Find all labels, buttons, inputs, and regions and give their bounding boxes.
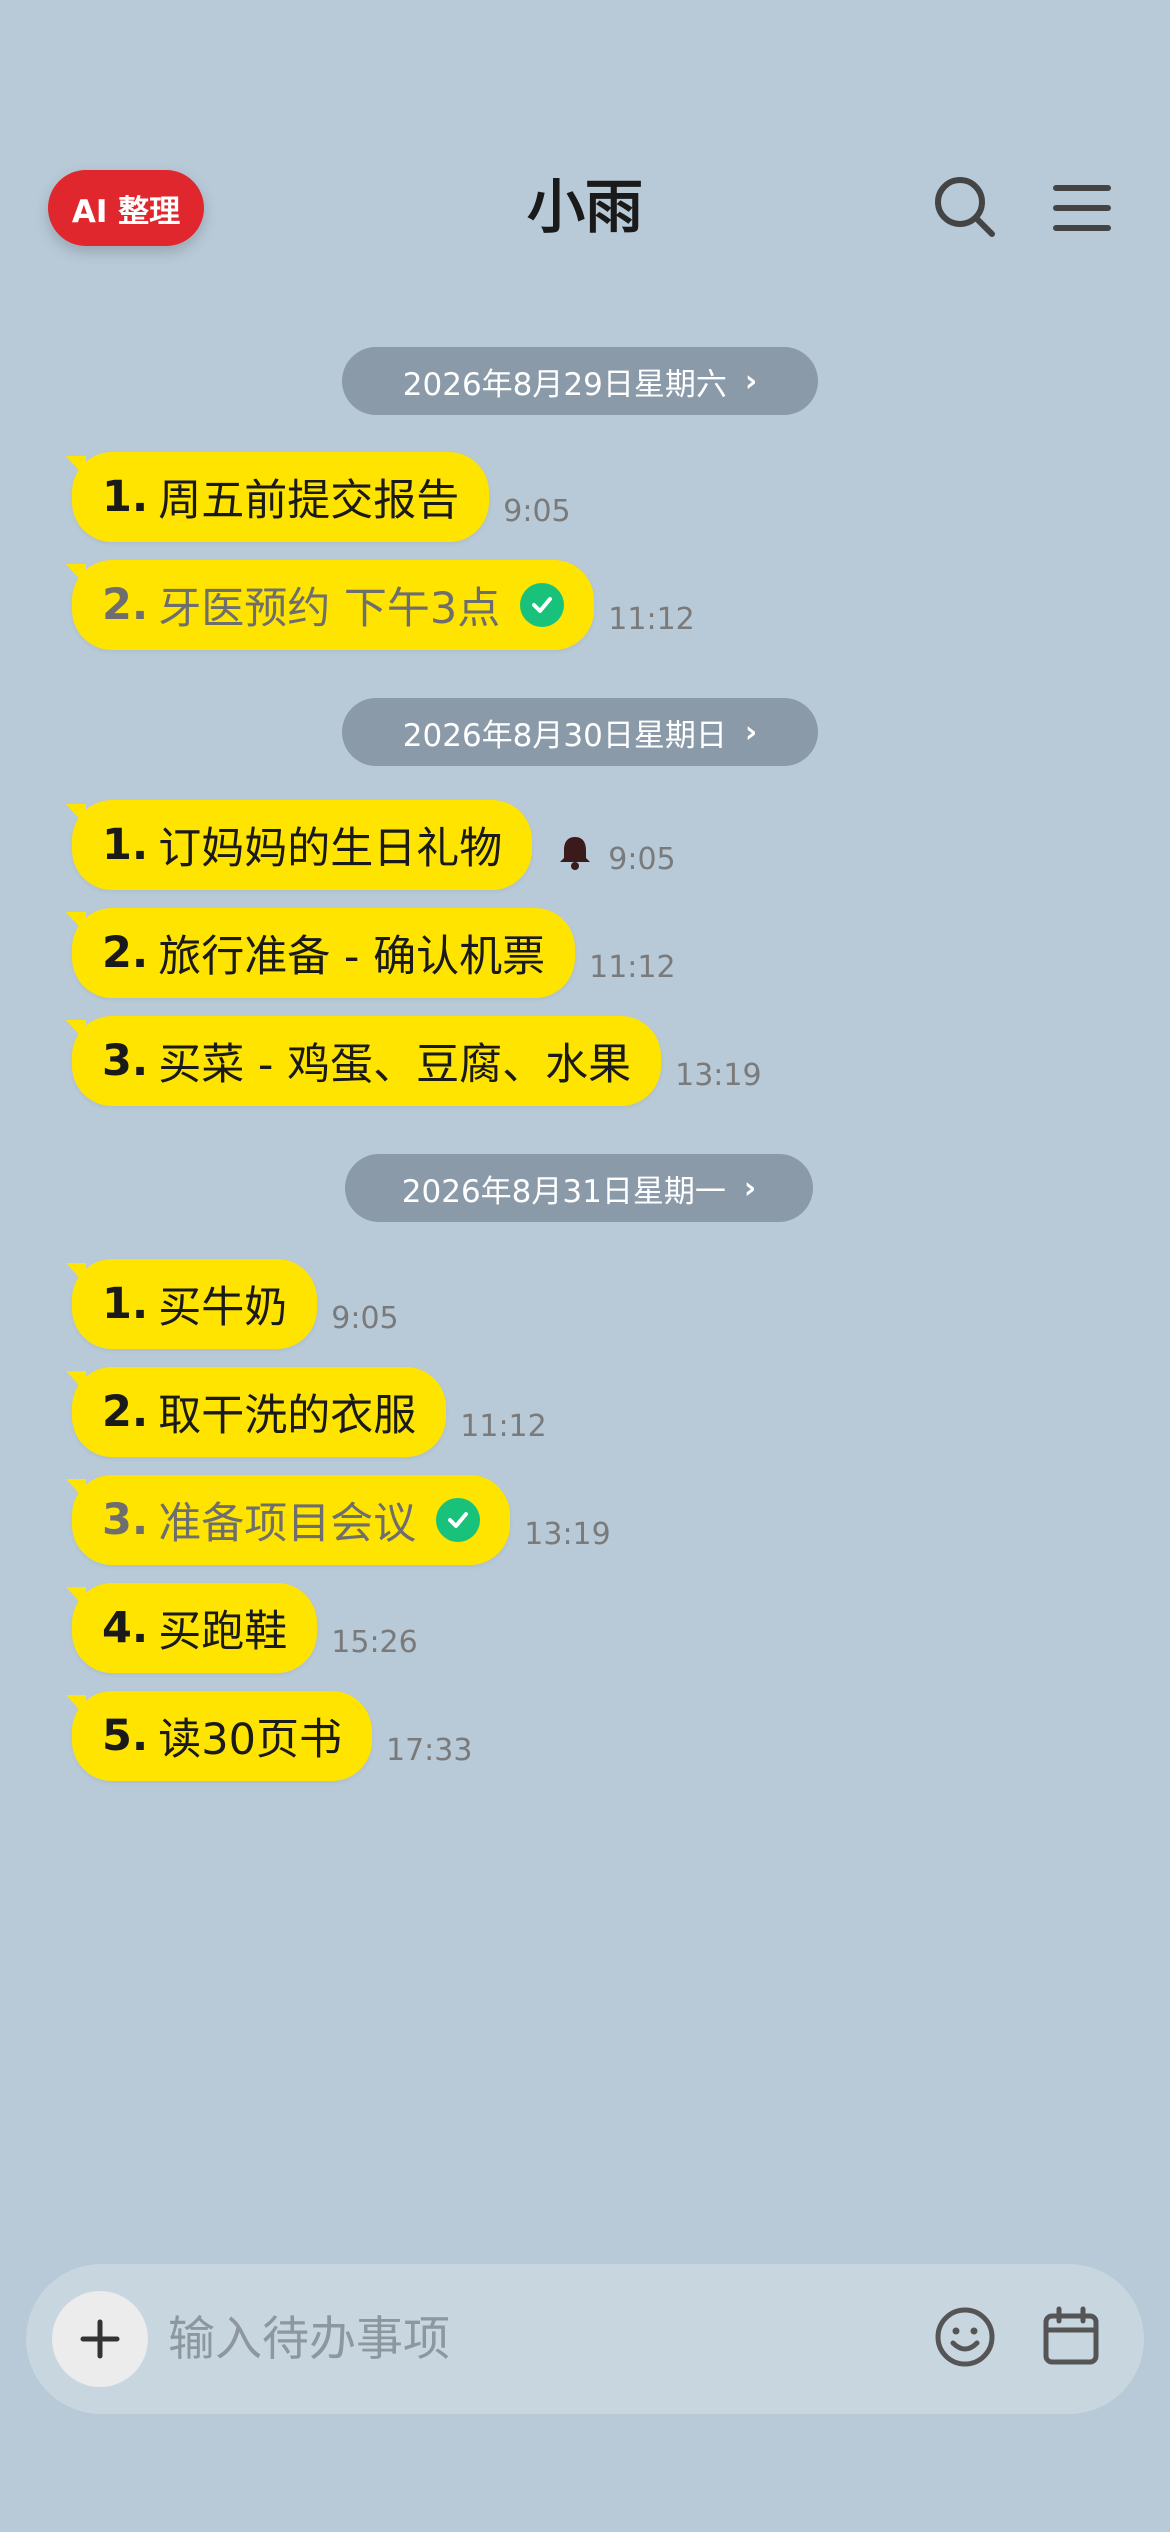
todo-text: 牙医预约 下午3点 [158, 584, 501, 634]
todo-item[interactable]: 4. 买跑鞋 15:26 [65, 1583, 418, 1673]
todo-bubble[interactable]: 2. 旅行准备 - 确认机票 [65, 908, 576, 998]
todo-time: 9:05 [608, 841, 676, 877]
todo-item[interactable]: 3. 买菜 - 鸡蛋、豆腐、水果 13:19 [65, 1016, 762, 1106]
todo-input[interactable] [166, 2294, 786, 2384]
todo-time: 13:19 [675, 1057, 762, 1093]
todo-item[interactable]: 5. 读30页书 17:33 [66, 1691, 473, 1781]
todo-time: 13:19 [524, 1516, 611, 1552]
todo-number: 4. [102, 1603, 149, 1653]
todo-item[interactable]: 1. 买牛奶 9:05 [65, 1259, 399, 1349]
date-label: 2026年8月30日星期日 [402, 717, 727, 754]
plus-icon [80, 2319, 120, 2359]
todo-text: 买菜 - 鸡蛋、豆腐、水果 [158, 1040, 632, 1090]
todo-item[interactable]: 3. 准备项目会议 13:19 [65, 1475, 611, 1565]
todo-time: 11:12 [460, 1408, 547, 1444]
todo-bubble[interactable]: 5. 读30页书 [66, 1691, 372, 1781]
todo-text: 取干洗的衣服 [158, 1391, 417, 1441]
date-separator[interactable]: 2026年8月31日星期一 › [345, 1154, 813, 1222]
todo-time: 9:05 [503, 493, 571, 529]
add-button[interactable] [52, 2291, 148, 2387]
bell-icon [560, 837, 591, 870]
menu-icon[interactable] [1046, 172, 1118, 244]
todo-bubble[interactable]: 1. 买牛奶 [65, 1259, 318, 1349]
emoji-icon[interactable] [930, 2302, 1000, 2372]
date-separator[interactable]: 2026年8月29日星期六 › [342, 347, 818, 415]
todo-time: 17:33 [385, 1732, 473, 1768]
todo-number: 2. [102, 1387, 149, 1437]
todo-text: 准备项目会议 [158, 1499, 417, 1549]
date-label: 2026年8月29日星期六 [402, 366, 727, 403]
date-separator[interactable]: 2026年8月30日星期日 › [342, 698, 818, 766]
chevron-right-icon: › [744, 363, 758, 399]
todo-text: 旅行准备 - 确认机票 [158, 932, 546, 982]
todo-number: 3. [102, 1036, 149, 1086]
todo-item[interactable]: 2. 牙医预约 下午3点 11:12 [65, 560, 695, 650]
todo-bubble[interactable]: 3. 买菜 - 鸡蛋、豆腐、水果 [65, 1016, 662, 1106]
date-label: 2026年8月31日星期一 [401, 1173, 726, 1210]
header: AI 整理 小雨 [0, 0, 1170, 280]
todo-bubble[interactable]: 2. 取干洗的衣服 [65, 1367, 447, 1457]
chevron-right-icon: › [743, 1170, 757, 1206]
todo-text: 周五前提交报告 [158, 476, 460, 526]
todo-item[interactable]: 1. 周五前提交报告 9:05 [65, 452, 571, 542]
todo-bubble[interactable]: 4. 买跑鞋 [65, 1583, 318, 1673]
todo-bubble[interactable]: 3. 准备项目会议 [65, 1475, 511, 1565]
todo-time: 11:12 [608, 601, 695, 637]
input-bar [26, 2264, 1144, 2414]
search-icon[interactable] [930, 172, 1002, 244]
calendar-icon[interactable] [1036, 2302, 1106, 2372]
todo-time: 9:05 [331, 1300, 399, 1336]
check-icon [436, 1498, 481, 1542]
todo-text: 读30页书 [158, 1715, 342, 1765]
todo-number: 1. [102, 472, 149, 522]
todo-item[interactable]: 1. 订妈妈的生日礼物 9:05 [65, 800, 676, 890]
todo-time: 11:12 [589, 949, 676, 985]
todo-number: 5. [102, 1711, 149, 1761]
chat-screen: AI 整理 小雨 2026年8月29日星期六 › 1. 周五前提交报告 9:05 … [0, 0, 1170, 2532]
todo-number: 1. [102, 820, 149, 870]
todo-text: 订妈妈的生日礼物 [158, 824, 503, 874]
todo-item[interactable]: 2. 旅行准备 - 确认机票 11:12 [65, 908, 676, 998]
chevron-right-icon: › [744, 714, 758, 750]
todo-text: 买跑鞋 [158, 1607, 288, 1657]
todo-bubble[interactable]: 1. 订妈妈的生日礼物 [65, 800, 533, 890]
todo-item[interactable]: 2. 取干洗的衣服 11:12 [65, 1367, 547, 1457]
todo-number: 3. [102, 1495, 149, 1545]
todo-time: 15:26 [331, 1624, 418, 1660]
check-icon [520, 583, 565, 627]
todo-text: 买牛奶 [158, 1283, 288, 1333]
todo-number: 1. [102, 1279, 149, 1329]
todo-bubble[interactable]: 2. 牙医预约 下午3点 [65, 560, 595, 650]
todo-number: 2. [102, 928, 149, 978]
todo-bubble[interactable]: 1. 周五前提交报告 [65, 452, 490, 542]
todo-number: 2. [102, 580, 149, 630]
